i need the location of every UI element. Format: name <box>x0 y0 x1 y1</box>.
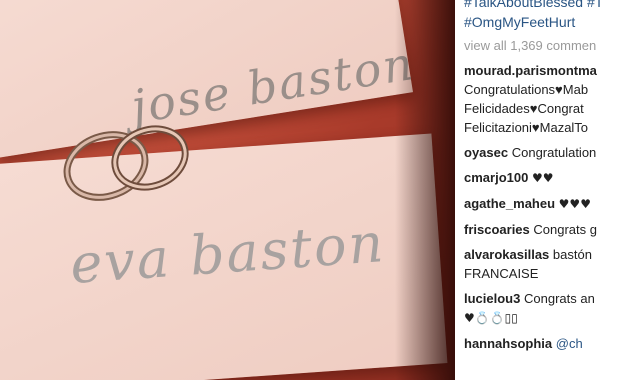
comment-text: bastón <box>552 247 592 262</box>
comment-item: lucielou3 Congrats an ♥💍💍▯▯ <box>464 289 623 328</box>
post-photo[interactable]: jose baston eva baston <box>0 0 455 380</box>
comment-text: Congratulations♥Mab <box>464 82 589 97</box>
photo-shadow <box>395 0 455 380</box>
comment-item: hannahsophia @ch <box>464 334 623 353</box>
wedding-rings-icon <box>63 125 189 201</box>
caption-hashtags[interactable]: #TalkAboutBlessed #T <box>464 0 623 12</box>
comment-username[interactable]: mourad.parismontma <box>464 63 597 78</box>
comment-item: oyasec Congratulation <box>464 143 623 162</box>
comment-username[interactable]: hannahsophia <box>464 336 552 351</box>
comment-text: Felicidades♥Congrat <box>464 101 584 116</box>
comment-item: friscoaries Congrats g <box>464 220 623 239</box>
emoji-text: ♥💍💍▯▯ <box>464 311 518 325</box>
comment-text: Felicitazioni♥MazalTo <box>464 120 589 135</box>
view-all-comments-link[interactable]: view all 1,369 commen <box>464 38 623 53</box>
heart-icon: ♥♥♥ <box>558 197 591 211</box>
comment-username[interactable]: cmarjo100 <box>464 170 528 185</box>
comment-item: mourad.parismontma Congratulations♥Mab F… <box>464 61 623 137</box>
comment-mention[interactable]: @ch <box>556 336 583 351</box>
comment-username[interactable]: friscoaries <box>464 222 530 237</box>
caption-hashtags[interactable]: #OmgMyFeetHurt <box>464 12 623 32</box>
comment-text: Congratulation <box>511 145 597 160</box>
comment-text: FRANCAISE <box>464 266 539 281</box>
comment-username[interactable]: agathe_maheu <box>464 196 555 211</box>
comment-item: alvarokasillas bastón FRANCAISE <box>464 245 623 283</box>
comment-text: Congrats an <box>523 291 595 306</box>
heart-icon: ♥♥ <box>531 171 554 185</box>
comment-item: cmarjo100 ♥♥ <box>464 168 623 188</box>
comment-item: agathe_maheu ♥♥♥ <box>464 194 623 214</box>
comments-sidebar[interactable]: #TalkAboutBlessed #T #OmgMyFeetHurt view… <box>455 0 623 380</box>
comment-username[interactable]: alvarokasillas <box>464 247 549 262</box>
comment-text: Congrats g <box>533 222 597 237</box>
comment-username[interactable]: oyasec <box>464 145 508 160</box>
comment-username[interactable]: lucielou3 <box>464 291 520 306</box>
